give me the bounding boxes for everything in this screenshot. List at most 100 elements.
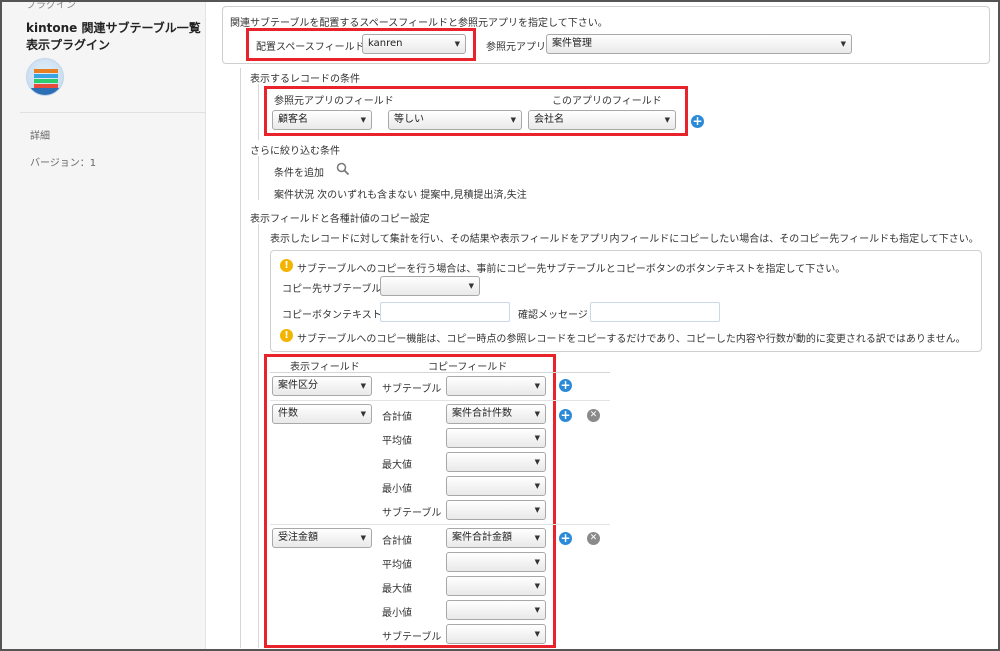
ref-app-label: 参照元アプリ: [486, 42, 546, 53]
copy-field-select[interactable]: ▼: [446, 452, 546, 472]
chevron-down-icon: ▼: [360, 116, 366, 124]
display-field-select[interactable]: 案件区分 ▼: [272, 376, 372, 396]
warning-icon: !: [280, 329, 293, 342]
plugin-title-line2: 表示プラグイン: [26, 38, 111, 52]
filter-heading: さらに絞り込む条件: [250, 146, 340, 157]
copy-field-select[interactable]: 案件合計件数 ▼: [446, 404, 546, 424]
dest-subtable-label: コピー先サブテーブル: [282, 284, 382, 295]
chevron-down-icon: ▼: [534, 558, 540, 566]
ref-app-select[interactable]: 案件管理 ▼: [546, 34, 852, 54]
dest-subtable-select[interactable]: ▼: [380, 276, 480, 296]
remove-mapping-button[interactable]: ✕: [587, 532, 600, 545]
confirm-message-label: 確認メッセージ: [518, 310, 588, 321]
row-divider: [270, 400, 610, 401]
breadcrumb[interactable]: プラグイン: [26, 0, 76, 11]
copy-warning: サブテーブルへのコピー機能は、コピー時点の参照レコードをコピーするだけであり、コ…: [297, 334, 966, 345]
plugin-title: kintone 関連サブテーブル一覧 表示プラグイン: [26, 20, 201, 54]
chevron-down-icon: ▼: [360, 410, 366, 418]
filter-guide-line: [258, 156, 259, 200]
mapping-header-divider: [270, 372, 610, 373]
copy-field-select[interactable]: ▼: [446, 476, 546, 496]
copy-field-select[interactable]: ▼: [446, 576, 546, 596]
copy-type-label: 平均値: [382, 436, 412, 447]
section-guide-line: [240, 68, 241, 648]
display-field-header: 表示フィールド: [290, 362, 360, 373]
ref-app-value: 案件管理: [552, 38, 592, 49]
display-field-value: 案件区分: [278, 380, 318, 391]
ref-field-select[interactable]: 顧客名 ▼: [272, 110, 372, 130]
button-text-input[interactable]: [380, 302, 510, 322]
add-mapping-button[interactable]: +: [559, 409, 572, 422]
remove-mapping-button[interactable]: ✕: [587, 409, 600, 422]
sidebar-divider: [20, 112, 206, 113]
detail-link[interactable]: 詳細: [30, 127, 50, 142]
copy-field-select[interactable]: ▼: [446, 428, 546, 448]
copy-field-select[interactable]: ▼: [446, 624, 546, 644]
copy-field-select[interactable]: 案件合計金額 ▼: [446, 528, 546, 548]
copy-type-label: 合計値: [382, 412, 412, 423]
copy-field-select[interactable]: ▼: [446, 552, 546, 572]
version-label: バージョン：1: [30, 158, 97, 169]
chevron-down-icon: ▼: [360, 534, 366, 542]
add-filter-label: 条件を追加: [274, 168, 324, 179]
add-mapping-button[interactable]: +: [559, 379, 572, 392]
chevron-down-icon: ▼: [534, 534, 540, 542]
condition-heading: 表示するレコードの条件: [250, 74, 360, 85]
chevron-down-icon: ▼: [534, 382, 540, 390]
space-instruction: 関連サブテーブルを配置するスペースフィールドと参照元アプリを指定して下さい。: [230, 18, 608, 29]
display-field-select[interactable]: 件数 ▼: [272, 404, 372, 424]
copy-type-label: 最大値: [382, 460, 412, 471]
operator-value: 等しい: [394, 114, 424, 125]
space-field-value: kanren: [368, 38, 403, 49]
copy-type-label: 最小値: [382, 608, 412, 619]
copy-field-select[interactable]: ▼: [446, 500, 546, 520]
warning-icon: !: [280, 259, 293, 272]
chevron-down-icon: ▼: [534, 458, 540, 466]
copy-notice: サブテーブルへのコピーを行う場合は、事前にコピー先サブテーブルとコピーボタンのボ…: [297, 264, 846, 275]
this-field-select[interactable]: 会社名 ▼: [528, 110, 676, 130]
search-icon[interactable]: [336, 162, 350, 176]
copy-guide-line: [258, 224, 259, 648]
space-field-label: 配置スペースフィールド: [256, 42, 365, 53]
copy-field-header: コピーフィールド: [428, 362, 508, 373]
chevron-down-icon: ▼: [534, 606, 540, 614]
chevron-down-icon: ▼: [534, 482, 540, 490]
filter-summary: 案件状況 次のいずれも含まない 提案中,見積提出済,失注: [274, 190, 527, 201]
button-text-label: コピーボタンテキスト: [282, 310, 382, 321]
chevron-down-icon: ▼: [534, 630, 540, 638]
chevron-down-icon: ▼: [510, 116, 516, 124]
copy-field-select[interactable]: ▼: [446, 600, 546, 620]
chevron-down-icon: ▼: [664, 116, 670, 124]
chevron-down-icon: ▼: [534, 582, 540, 590]
copy-field-value: 案件合計件数: [452, 408, 512, 419]
copy-description: 表示したレコードに対して集計を行い、その結果や表示フィールドをアプリ内フィールド…: [270, 234, 979, 245]
chevron-down-icon: ▼: [468, 282, 474, 290]
space-field-select[interactable]: kanren ▼: [362, 34, 466, 54]
chevron-down-icon: ▼: [454, 40, 460, 48]
copy-type-label: サブテーブル: [382, 632, 442, 643]
ref-field-value: 顧客名: [278, 114, 308, 125]
add-mapping-button[interactable]: +: [559, 532, 572, 545]
this-field-value: 会社名: [534, 114, 564, 125]
display-field-value: 件数: [278, 408, 298, 419]
copy-type-label: サブテーブル: [382, 384, 442, 395]
copy-type-label: 最小値: [382, 484, 412, 495]
copy-type-label: 最大値: [382, 584, 412, 595]
chevron-down-icon: ▼: [534, 434, 540, 442]
add-condition-button[interactable]: +: [691, 115, 704, 128]
copy-type-label: 平均値: [382, 560, 412, 571]
plugin-app-icon: [26, 58, 64, 96]
display-field-select[interactable]: 受注金額 ▼: [272, 528, 372, 548]
confirm-message-input[interactable]: [590, 302, 720, 322]
display-field-value: 受注金額: [278, 532, 318, 543]
chevron-down-icon: ▼: [360, 382, 366, 390]
copy-field-select[interactable]: ▼: [446, 376, 546, 396]
copy-type-label: サブテーブル: [382, 508, 442, 519]
plugin-title-line1: kintone 関連サブテーブル一覧: [26, 21, 201, 35]
copy-type-label: 合計値: [382, 536, 412, 547]
ref-field-header: 参照元アプリのフィールド: [274, 96, 394, 107]
operator-select[interactable]: 等しい ▼: [388, 110, 522, 130]
chevron-down-icon: ▼: [840, 40, 846, 48]
row-divider: [270, 524, 610, 525]
sidebar: プラグイン kintone 関連サブテーブル一覧 表示プラグイン 詳細 バージョ…: [2, 0, 206, 649]
